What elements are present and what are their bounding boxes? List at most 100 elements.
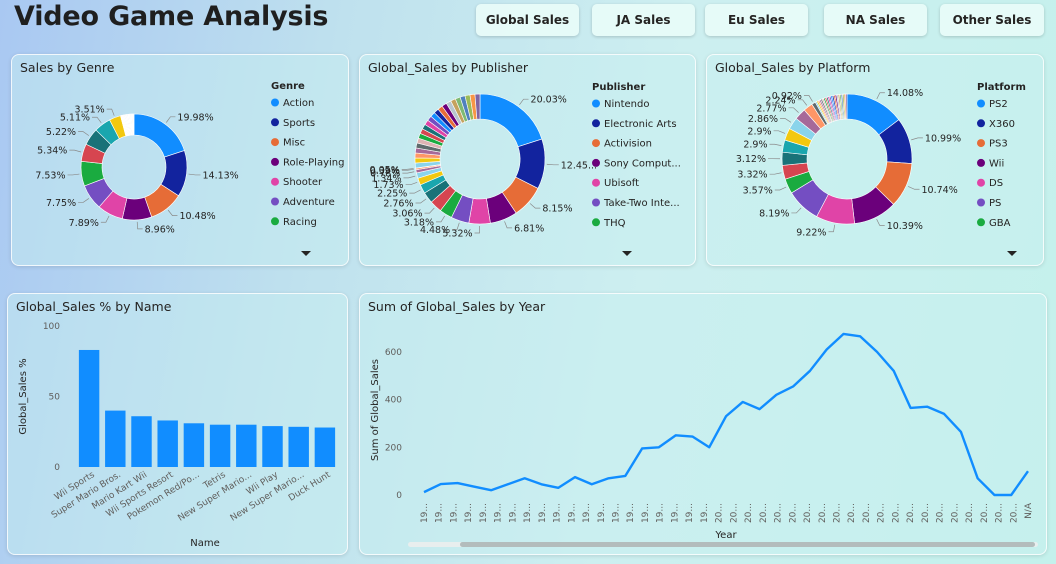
name-bar[interactable] — [262, 426, 283, 467]
year-y-tick-label: 400 — [385, 396, 402, 406]
year-x-tick-label: 19... — [464, 503, 474, 523]
name-y-tick-label: 50 — [49, 393, 61, 403]
genre-legend-item[interactable]: Racing — [283, 217, 317, 228]
publisher-data-label: 0.05% — [370, 165, 400, 176]
year-y-tick-label: 0 — [396, 491, 402, 501]
name-bar[interactable] — [288, 426, 309, 467]
genre-legend-item[interactable]: Misc — [283, 138, 305, 149]
publisher-legend-item[interactable]: Nintendo — [604, 99, 649, 110]
genre-legend-item[interactable]: Shooter — [283, 177, 323, 188]
publisher-leader-line — [403, 175, 416, 179]
publisher-legend-marker — [592, 119, 600, 128]
platform-legend-marker — [977, 178, 985, 187]
chevron-down-icon[interactable] — [301, 251, 311, 256]
year-x-tick-label: 20... — [936, 503, 946, 523]
year-x-tick-label: 19... — [656, 503, 666, 523]
genre-legend-marker — [271, 217, 279, 226]
global-sales-button[interactable]: Global Sales — [476, 4, 579, 36]
genre-data-label: 5.22% — [46, 127, 76, 138]
name-bar[interactable] — [131, 416, 152, 467]
name-bar-card[interactable]: Global_Sales % by Name 0 50 100 Wii Sports S… — [7, 293, 348, 555]
publisher-legend-item[interactable]: THQ — [603, 218, 626, 229]
year-x-tick-label: 20... — [759, 503, 769, 523]
platform-legend-item[interactable]: GBA — [989, 218, 1011, 229]
year-x-tick-label: 20... — [729, 503, 739, 523]
publisher-legend-item[interactable]: Electronic Arts — [604, 119, 677, 130]
platform-donut-card[interactable]: Global_Sales by Platform 14.08% 10.99% 10.… — [706, 54, 1044, 266]
genre-leader-line — [136, 221, 143, 230]
genre-legend-marker — [271, 98, 279, 107]
platform-data-label: 2.86% — [748, 114, 778, 125]
name-bar[interactable] — [314, 427, 336, 467]
platform-legend-title: Platform — [977, 82, 1026, 93]
ja-sales-button[interactable]: JA Sales — [592, 4, 695, 36]
genre-legend-item[interactable]: Adventure — [283, 197, 335, 208]
platform-data-label: 9.22% — [796, 227, 826, 238]
year-x-tick-label: 19... — [670, 503, 680, 523]
name-bar[interactable] — [157, 420, 178, 467]
year-line-card[interactable]: Sum of Global_Sales by Year 0 200 400 600 19… — [359, 293, 1047, 555]
eu-sales-button[interactable]: Eu Sales — [705, 4, 808, 36]
platform-leader-line — [907, 186, 920, 190]
name-bar[interactable] — [183, 423, 205, 467]
name-bar[interactable] — [105, 410, 126, 467]
year-x-tick-label: 19... — [494, 503, 504, 523]
publisher-legend-item[interactable]: Activision — [604, 139, 652, 150]
publisher-legend-marker — [592, 158, 600, 167]
name-bar-chart[interactable]: 050100Wii SportsSuper Mario Bros.Mario K… — [8, 294, 347, 554]
publisher-legend-marker — [592, 99, 600, 108]
genre-slice-other[interactable] — [133, 113, 135, 136]
year-line-chart[interactable]: 0 200 400 600 19... 19... 19... 19... 19... 19...… — [360, 294, 1046, 554]
platform-legend-item[interactable]: PS — [989, 198, 1001, 209]
year-scrollbar-thumb[interactable] — [460, 542, 1035, 547]
platform-slices — [781, 93, 913, 225]
year-x-tick-label: 20... — [832, 503, 842, 523]
year-x-tick-label: 20... — [995, 503, 1005, 523]
platform-leader-line — [769, 143, 782, 146]
platform-legend-item[interactable]: X360 — [989, 119, 1015, 130]
publisher-leader-line — [546, 163, 559, 166]
name-bar[interactable] — [236, 424, 257, 467]
platform-leader-line — [803, 95, 813, 102]
chevron-down-icon[interactable] — [622, 251, 632, 256]
platform-data-label: 10.99% — [925, 133, 961, 144]
platform-legend-marker — [977, 158, 985, 167]
other-sales-button[interactable]: Other Sales — [940, 4, 1044, 36]
genre-data-label: 7.75% — [46, 198, 76, 209]
platform-legend-marker — [977, 198, 985, 207]
name-bar[interactable] — [209, 424, 231, 467]
publisher-leader-line — [474, 225, 480, 234]
genre-legend-item[interactable]: Sports — [283, 118, 315, 129]
publisher-donut-chart[interactable]: 20.03%12.45...8.15%6.81%5.32%4.48%3.18%3… — [360, 55, 695, 265]
genre-data-label: 7.89% — [69, 218, 99, 229]
platform-slice-other[interactable] — [845, 93, 848, 120]
genre-donut-chart[interactable]: 19.98% 14.13% 10.48% 8.96% 7.89% 7.75% 7.53% 5.… — [12, 55, 348, 265]
platform-legend-item[interactable]: DS — [989, 178, 1003, 189]
year-x-axis-title: Year — [714, 530, 737, 541]
publisher-legend-item[interactable]: Ubisoft — [604, 178, 639, 189]
platform-legend-item[interactable]: PS3 — [989, 139, 1008, 150]
genre-legend-marker — [271, 197, 279, 206]
publisher-legend-item[interactable]: Take-Two Inte... — [603, 198, 680, 209]
name-bar[interactable] — [78, 349, 100, 467]
na-sales-button[interactable]: NA Sales — [824, 4, 927, 36]
year-x-tick-label: 19... — [597, 503, 607, 523]
publisher-leader-line — [405, 181, 418, 186]
chevron-down-icon[interactable] — [1007, 251, 1017, 256]
genre-leader-line — [106, 108, 115, 116]
year-series-line[interactable] — [423, 332, 1029, 497]
publisher-legend-item[interactable]: Sony Comput... — [604, 158, 681, 169]
name-y-tick-label: 100 — [43, 322, 60, 332]
genre-legend-item[interactable]: Role-Playing — [283, 157, 344, 168]
year-x-tick-label: 20... — [906, 503, 916, 523]
platform-donut-chart[interactable]: 14.08% 10.99% 10.74% 10.39% 9.22% 8.19% 3.57% 3… — [707, 55, 1043, 265]
platform-legend-item[interactable]: Wii — [989, 158, 1004, 169]
year-x-tick-label: 20... — [965, 503, 975, 523]
genre-legend-item[interactable]: Action — [283, 98, 314, 109]
genre-leader-line — [167, 209, 178, 216]
genre-donut-card[interactable]: Sales by Genre 19.98% 14.13% 10.48% 8.96% 7.… — [11, 54, 349, 266]
year-x-tick-label: 19... — [449, 503, 459, 523]
platform-legend-item[interactable]: PS2 — [989, 99, 1008, 110]
publisher-donut-card[interactable]: Global_Sales by Publisher 20.03% 12.45...… — [359, 54, 696, 266]
genre-data-label: 7.53% — [35, 170, 65, 181]
